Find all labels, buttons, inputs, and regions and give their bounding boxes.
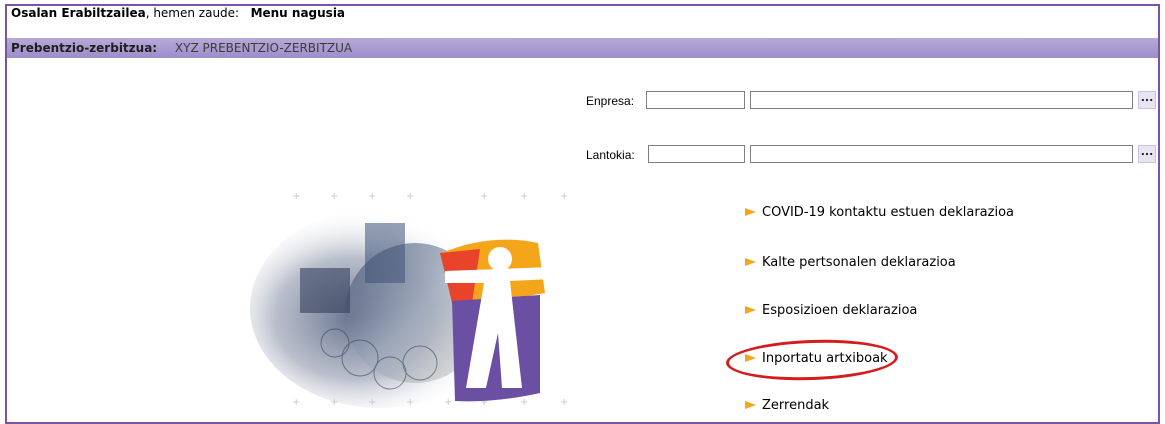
lantokia-name-input[interactable] — [750, 145, 1133, 163]
menu-item-lists[interactable]: Zerrendak — [745, 397, 829, 415]
lantokia-label: Lantokia: — [586, 148, 635, 162]
arrow-right-icon — [745, 305, 756, 314]
service-value: XYZ PREBENTZIO-ZERBITZUA — [174, 41, 353, 55]
svg-text:+: + — [480, 191, 488, 202]
menu-item-exposure-declaration[interactable]: Esposizioen deklarazioa — [745, 302, 917, 320]
current-page: Menu nagusia — [250, 6, 346, 20]
service-bar: Prebentzio-zerbitzua: XYZ PREBENTZIO-ZER… — [7, 38, 1158, 58]
location-text: , hemen zaude: — [145, 6, 240, 20]
svg-text:+: + — [560, 397, 568, 408]
menu-item-label: Esposizioen deklarazioa — [762, 303, 918, 318]
menu-item-label: Zerrendak — [762, 398, 830, 413]
svg-text:+: + — [520, 191, 528, 202]
menu-item-covid-declaration[interactable]: COVID-19 kontaktu estuen deklarazioa — [745, 204, 1014, 222]
menu-item-personal-damage-declaration[interactable]: Kalte pertsonalen deklarazioa — [745, 254, 956, 272]
enpresa-lookup-button[interactable]: ... — [1138, 91, 1156, 109]
svg-text:+: + — [560, 191, 568, 202]
menu-item-label: Kalte pertsonalen deklarazioa — [762, 255, 956, 270]
arrow-right-icon — [745, 257, 756, 266]
user-name: Osalan Erabiltzailea — [11, 6, 146, 20]
svg-text:+: + — [292, 397, 300, 408]
service-label: Prebentzio-zerbitzua: — [11, 41, 158, 55]
svg-text:+: + — [292, 191, 300, 202]
osalan-figure-logo: +++++++ ++++++++ — [250, 191, 568, 408]
enpresa-code-input[interactable] — [646, 91, 745, 109]
ellipsis-icon: ... — [1140, 91, 1154, 104]
enpresa-label: Enpresa: — [586, 94, 635, 108]
svg-text:+: + — [444, 397, 452, 408]
enpresa-name-input[interactable] — [750, 91, 1133, 109]
svg-text:+: + — [406, 191, 414, 202]
svg-text:+: + — [368, 191, 376, 202]
svg-text:+: + — [330, 191, 338, 202]
arrow-right-icon — [745, 400, 756, 409]
lantokia-lookup-button[interactable]: ... — [1138, 145, 1156, 163]
lantokia-code-input[interactable] — [648, 145, 745, 163]
svg-text:+: + — [520, 397, 528, 408]
menu-item-label: COVID-19 kontaktu estuen deklarazioa — [762, 205, 1015, 220]
breadcrumb: Osalan Erabiltzailea, hemen zaude: Menu … — [7, 6, 1158, 21]
arrow-right-icon — [745, 207, 756, 216]
ellipsis-icon: ... — [1140, 145, 1154, 158]
